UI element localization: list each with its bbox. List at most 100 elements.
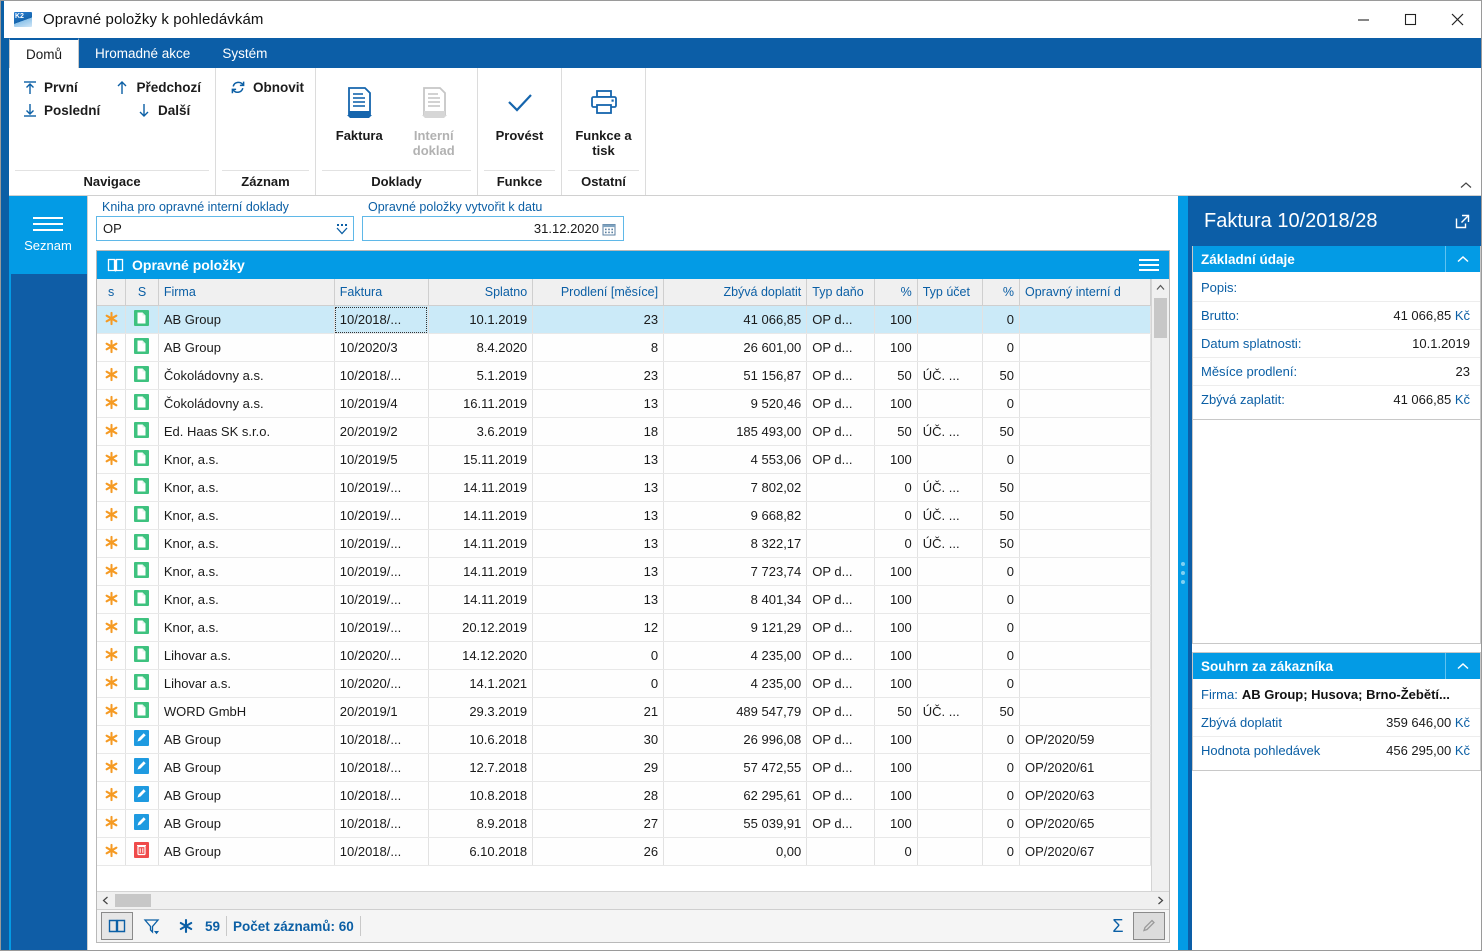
- cell-splatno[interactable]: 29.3.2019: [428, 697, 534, 726]
- col-header-opravny-interni[interactable]: Opravný interní d: [1019, 279, 1152, 306]
- cell-zbyva-doplatit[interactable]: 4 235,00: [663, 641, 808, 670]
- nav-button-posledni[interactable]: Poslední: [17, 101, 131, 120]
- cell-prodleni[interactable]: 0: [532, 669, 665, 698]
- col-header-firma[interactable]: Firma: [158, 279, 335, 306]
- col-header-faktura[interactable]: Faktura: [334, 279, 429, 306]
- cell-pct2[interactable]: 0: [982, 445, 1020, 474]
- book-input[interactable]: OP: [96, 216, 354, 241]
- cell-firma[interactable]: AB Group: [158, 753, 335, 782]
- cell-typ-ucet[interactable]: ÚČ. ...: [917, 529, 984, 558]
- cell-opravny-interni[interactable]: OP/2020/59: [1019, 725, 1152, 754]
- table-row[interactable]: AB Group 10/2018/... 8.9.2018 27 55 039,91 OP…: [97, 809, 1152, 838]
- cell-typ-dane[interactable]: OP d...: [806, 417, 875, 446]
- table-row[interactable]: AB Group 10/2018/... 6.10.2018 26 0,00 0 0 OP/2…: [97, 837, 1152, 866]
- cell-firma[interactable]: Ed. Haas SK s.r.o.: [158, 417, 335, 446]
- filter-icon[interactable]: [137, 913, 167, 939]
- row-star-icon[interactable]: [97, 305, 127, 334]
- cell-pct1[interactable]: 100: [874, 613, 918, 642]
- cell-splatno[interactable]: 16.11.2019: [428, 389, 534, 418]
- cell-opravny-interni[interactable]: [1019, 529, 1152, 558]
- cell-faktura[interactable]: 10/2018/...: [334, 809, 429, 838]
- cell-typ-dane[interactable]: OP d...: [806, 809, 875, 838]
- cell-typ-ucet[interactable]: ÚČ. ...: [917, 501, 984, 530]
- cell-pct2[interactable]: 0: [982, 389, 1020, 418]
- row-star-icon[interactable]: [97, 557, 127, 586]
- cell-zbyva-doplatit[interactable]: 51 156,87: [663, 361, 808, 390]
- cell-typ-dane[interactable]: OP d...: [806, 585, 875, 614]
- cell-zbyva-doplatit[interactable]: 489 547,79: [663, 697, 808, 726]
- row-star-icon[interactable]: [97, 753, 127, 782]
- cell-firma[interactable]: AB Group: [158, 333, 335, 362]
- cell-pct2[interactable]: 50: [982, 361, 1020, 390]
- cell-typ-ucet[interactable]: [917, 641, 984, 670]
- cell-splatno[interactable]: 3.6.2019: [428, 417, 534, 446]
- cell-typ-ucet[interactable]: [917, 389, 984, 418]
- cell-pct2[interactable]: 0: [982, 557, 1020, 586]
- cell-typ-dane[interactable]: OP d...: [806, 445, 875, 474]
- row-state-icon[interactable]: [125, 641, 159, 670]
- cell-prodleni[interactable]: 0: [532, 641, 665, 670]
- tab-domu[interactable]: Domů: [9, 38, 80, 68]
- nav-button-prvni[interactable]: První: [17, 78, 109, 97]
- row-state-icon[interactable]: [125, 781, 159, 810]
- cell-firma[interactable]: Čokoládovny a.s.: [158, 389, 335, 418]
- cell-pct2[interactable]: 0: [982, 333, 1020, 362]
- row-state-icon[interactable]: [125, 501, 159, 530]
- cell-typ-ucet[interactable]: [917, 333, 984, 362]
- table-row[interactable]: Knor, a.s. 10/2019/... 14.11.2019 13 7 802,0…: [97, 473, 1152, 502]
- cell-typ-ucet[interactable]: [917, 753, 984, 782]
- table-row[interactable]: Knor, a.s. 10/2019/... 20.12.2019 12 9 121,2…: [97, 613, 1152, 642]
- cell-opravny-interni[interactable]: [1019, 389, 1152, 418]
- cell-faktura[interactable]: 20/2019/2: [334, 417, 429, 446]
- cell-zbyva-doplatit[interactable]: 9 668,82: [663, 501, 808, 530]
- cell-opravny-interni[interactable]: OP/2020/65: [1019, 809, 1152, 838]
- cell-zbyva-doplatit[interactable]: 9 520,46: [663, 389, 808, 418]
- cell-pct1[interactable]: 0: [874, 473, 918, 502]
- card-header-zakladni-udaje[interactable]: Základní údaje: [1193, 246, 1480, 272]
- cell-pct1[interactable]: 100: [874, 781, 918, 810]
- cell-splatno[interactable]: 10.1.2019: [428, 305, 534, 334]
- cell-splatno[interactable]: 14.1.2021: [428, 669, 534, 698]
- provest-button[interactable]: Provést: [486, 74, 553, 143]
- tab-system[interactable]: Systém: [206, 38, 283, 68]
- row-state-icon[interactable]: [125, 333, 159, 362]
- popout-icon[interactable]: [1454, 213, 1471, 230]
- cell-pct1[interactable]: 100: [874, 305, 918, 334]
- cell-pct1[interactable]: 0: [874, 837, 918, 866]
- cell-pct2[interactable]: 50: [982, 473, 1020, 502]
- cell-splatno[interactable]: 12.7.2018: [428, 753, 534, 782]
- cell-splatno[interactable]: 14.11.2019: [428, 473, 534, 502]
- cell-pct1[interactable]: 100: [874, 585, 918, 614]
- col-header-s1[interactable]: s: [97, 279, 127, 306]
- cell-typ-ucet[interactable]: ÚČ. ...: [917, 361, 984, 390]
- row-star-icon[interactable]: [97, 585, 127, 614]
- dropdown-icon[interactable]: [331, 221, 353, 237]
- sigma-icon[interactable]: Σ: [1103, 913, 1133, 939]
- cell-typ-ucet[interactable]: [917, 809, 984, 838]
- chevron-up-icon-2[interactable]: [1445, 653, 1480, 679]
- cell-typ-dane[interactable]: OP d...: [806, 669, 875, 698]
- cell-opravny-interni[interactable]: [1019, 361, 1152, 390]
- cell-typ-dane[interactable]: [806, 501, 875, 530]
- cell-opravny-interni[interactable]: [1019, 417, 1152, 446]
- cell-typ-ucet[interactable]: [917, 837, 984, 866]
- cell-opravny-interni[interactable]: [1019, 501, 1152, 530]
- row-state-icon[interactable]: [125, 361, 159, 390]
- cell-opravny-interni[interactable]: [1019, 333, 1152, 362]
- col-header-splatno[interactable]: Splatno: [428, 279, 534, 306]
- cell-pct1[interactable]: 0: [874, 529, 918, 558]
- cell-firma[interactable]: Lihovar a.s.: [158, 669, 335, 698]
- cell-prodleni[interactable]: 12: [532, 613, 665, 642]
- row-state-icon[interactable]: [125, 725, 159, 754]
- cell-zbyva-doplatit[interactable]: 57 472,55: [663, 753, 808, 782]
- cell-prodleni[interactable]: 8: [532, 333, 665, 362]
- cell-zbyva-doplatit[interactable]: 7 802,02: [663, 473, 808, 502]
- table-row[interactable]: AB Group 10/2018/... 10.8.2018 28 62 295,61 O…: [97, 781, 1152, 810]
- row-state-icon[interactable]: [125, 389, 159, 418]
- cell-typ-dane[interactable]: OP d...: [806, 753, 875, 782]
- cell-pct2[interactable]: 0: [982, 305, 1020, 334]
- vertical-scrollbar[interactable]: [1151, 279, 1169, 891]
- cell-typ-ucet[interactable]: ÚČ. ...: [917, 473, 984, 502]
- cell-typ-dane[interactable]: [806, 529, 875, 558]
- cell-opravny-interni[interactable]: OP/2020/67: [1019, 837, 1152, 866]
